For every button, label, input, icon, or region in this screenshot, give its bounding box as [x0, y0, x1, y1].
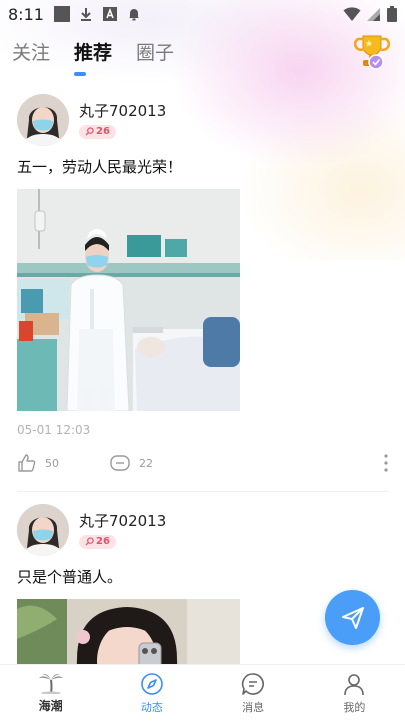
avatar-image [17, 94, 69, 146]
palm-tree-icon [38, 673, 63, 694]
username[interactable]: 丸子702013 [79, 510, 166, 531]
active-tab-indicator [74, 72, 86, 76]
post-text: 五一，劳动人民最光荣！ [17, 158, 183, 176]
username[interactable]: 丸子702013 [79, 100, 166, 121]
top-tabs: 关注 推荐 圈子 [12, 38, 174, 65]
level-icon [85, 537, 94, 546]
nav-label-feed: 动态 [140, 700, 163, 714]
notification-square-icon [53, 6, 70, 22]
signal-icon [367, 8, 380, 21]
post-header: 丸子702013 26 [17, 92, 388, 148]
nurse-photo [17, 189, 240, 411]
download-icon [80, 8, 91, 21]
tab-circles[interactable]: 圈子 [136, 38, 174, 65]
nav-label-home: 海潮 [38, 699, 63, 713]
trophy-icon[interactable] [354, 32, 390, 70]
publish-button[interactable] [325, 590, 380, 645]
nav-label-messages: 消息 [242, 700, 265, 714]
post-divider [17, 491, 388, 492]
level-badge: 26 [79, 534, 116, 549]
post-actions: 50 22 [17, 443, 388, 483]
post-image[interactable] [17, 189, 240, 411]
wifi-icon [343, 7, 361, 21]
nav-item-feed[interactable]: 动态 [101, 665, 202, 721]
bottom-navigation: 海潮 动态 消息 我的 [0, 664, 405, 721]
level-value: 26 [96, 536, 110, 547]
level-badge: 26 [79, 124, 116, 139]
like-icon [18, 454, 36, 472]
like-count: 50 [45, 456, 59, 470]
post-card[interactable]: 丸子702013 26 五一，劳动人民最光荣！ 05-01 12:03 50 2… [0, 92, 405, 483]
status-time: 8:11 [8, 4, 44, 24]
comment-icon [110, 455, 130, 471]
comment-count: 22 [139, 456, 153, 470]
compass-icon [141, 672, 163, 695]
message-icon [241, 672, 265, 695]
tab-following[interactable]: 关注 [12, 38, 50, 65]
avatar-image [17, 504, 69, 556]
level-value: 26 [96, 126, 110, 137]
post-header: 丸子702013 26 [17, 502, 388, 558]
battery-icon [387, 6, 397, 22]
app-a-icon [102, 7, 117, 21]
status-bar: 8:11 [0, 0, 405, 28]
nav-label-profile: 我的 [343, 700, 366, 714]
nav-item-home[interactable]: 海潮 [0, 665, 101, 721]
avatar[interactable] [17, 504, 69, 556]
tab-recommended[interactable]: 推荐 [74, 38, 112, 65]
avatar[interactable] [17, 94, 69, 146]
level-icon [85, 127, 94, 136]
send-icon [341, 606, 364, 629]
like-button[interactable]: 50 [17, 453, 59, 473]
post-timestamp: 05-01 12:03 [17, 423, 91, 437]
more-icon[interactable] [384, 453, 388, 473]
comment-button[interactable]: 22 [109, 453, 153, 473]
nav-item-profile[interactable]: 我的 [304, 665, 405, 721]
nav-item-messages[interactable]: 消息 [203, 665, 304, 721]
post-text: 只是个普通人。 [17, 568, 123, 586]
bell-icon [128, 9, 139, 21]
profile-icon [344, 673, 365, 695]
